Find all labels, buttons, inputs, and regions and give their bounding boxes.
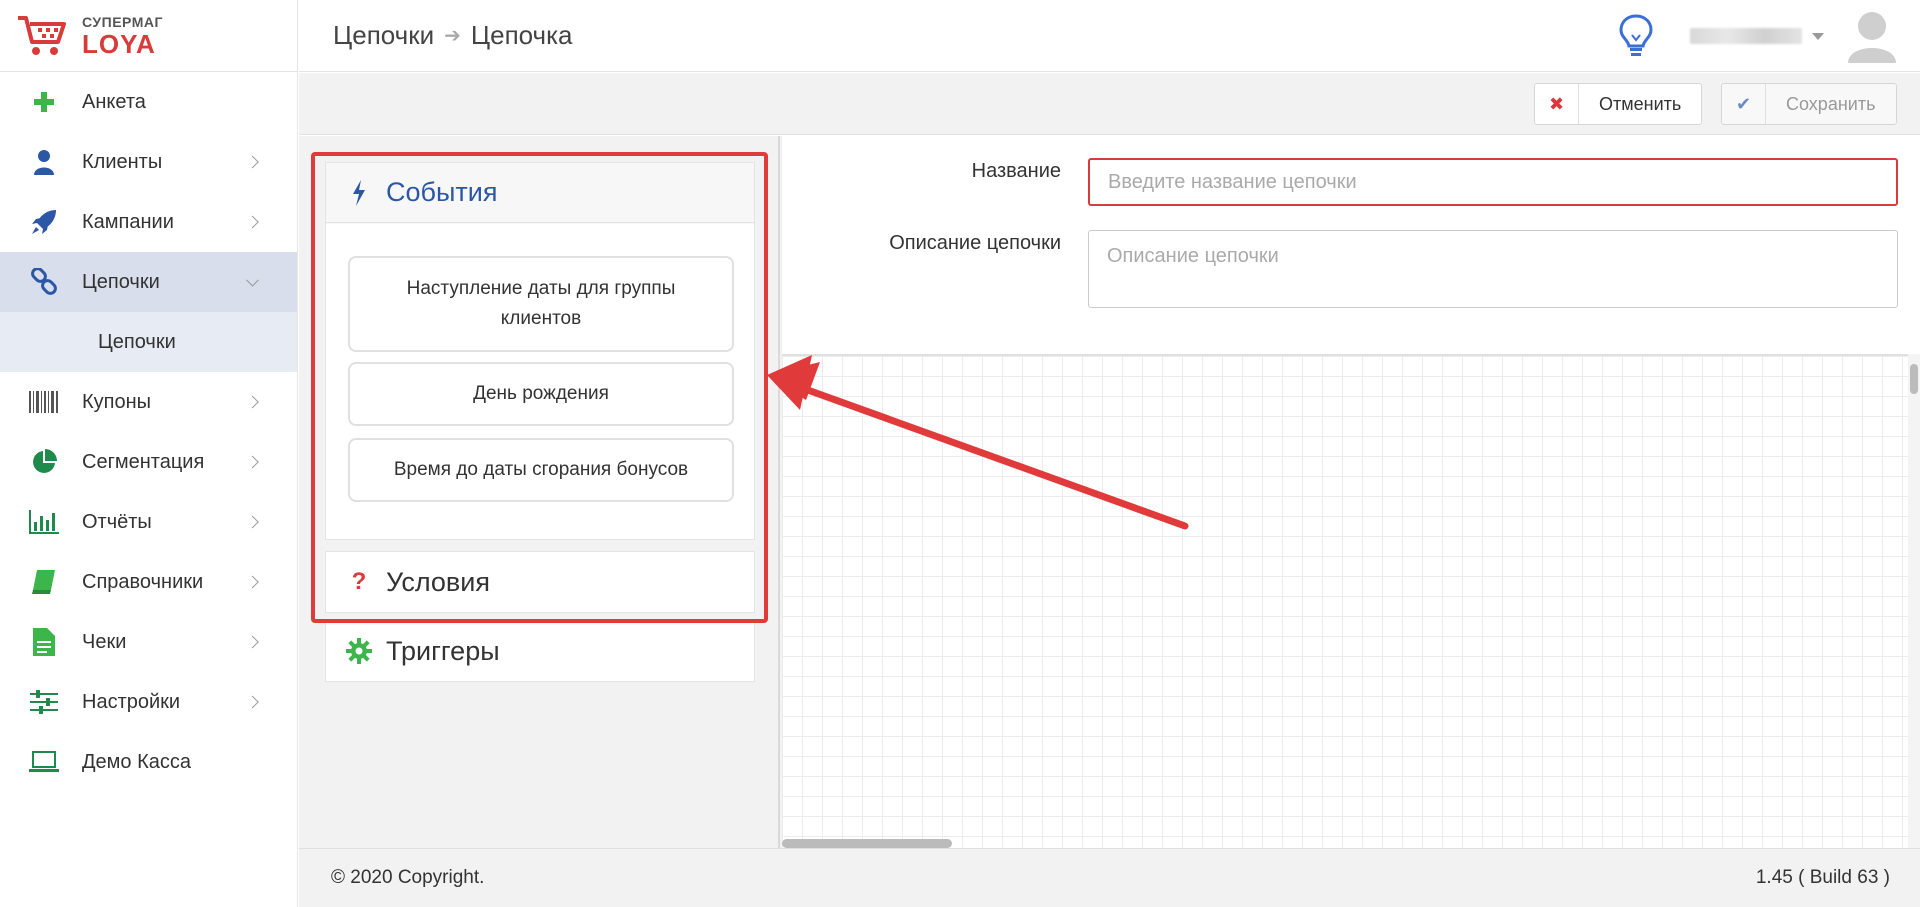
sidebar-item-label: Анкета xyxy=(82,90,146,113)
sidebar-item-reports[interactable]: Отчёты xyxy=(0,492,297,552)
copyright-text: © 2020 Copyright. xyxy=(331,867,485,888)
top-header: Цепочки ➔ Цепочка xyxy=(299,0,1920,72)
chain-name-input[interactable]: Введите название цепочки xyxy=(1088,158,1898,206)
events-header[interactable]: События xyxy=(326,163,754,223)
rocket-icon xyxy=(28,208,60,236)
cancel-button[interactable]: ✖ Отменить xyxy=(1534,83,1702,125)
triggers-header[interactable]: Триггеры xyxy=(326,621,754,681)
sidebar-item-coupons[interactable]: Купоны xyxy=(0,372,297,432)
question-icon: ? xyxy=(351,568,367,595)
check-icon: ✔ xyxy=(1722,84,1766,124)
vertical-scroll-thumb[interactable] xyxy=(1910,364,1918,394)
events-list: Наступление даты для группы клиентов Ден… xyxy=(326,224,754,539)
sliders-icon xyxy=(28,688,60,716)
chevron-right-icon xyxy=(246,695,259,709)
chevron-right-icon xyxy=(246,515,259,529)
sidebar-item-demo-cash[interactable]: Демо Касса xyxy=(0,732,297,792)
sidebar-item-label: Справочники xyxy=(82,570,204,593)
book-icon xyxy=(28,568,60,596)
sidebar: СУПЕРМАГ LOYA Анкета Клиенты Кампании Це… xyxy=(0,0,298,907)
brand-bottom: LOYA xyxy=(82,28,156,59)
sidebar-item-label: Кампании xyxy=(82,210,174,233)
chevron-right-icon xyxy=(246,155,259,169)
events-title: События xyxy=(386,177,498,207)
breadcrumb-parent[interactable]: Цепочки xyxy=(333,20,434,51)
sidebar-item-anketa[interactable]: Анкета xyxy=(0,72,297,132)
avatar[interactable] xyxy=(1848,9,1896,63)
sidebar-item-label: Сегментация xyxy=(82,450,205,473)
events-accordion: События Наступление даты для группы клие… xyxy=(325,162,755,540)
sidebar-item-label: Клиенты xyxy=(82,150,163,173)
chevron-right-icon xyxy=(246,635,259,649)
header-user-area xyxy=(1616,0,1896,72)
sidebar-item-clients[interactable]: Клиенты xyxy=(0,132,297,192)
palette-panel: События Наступление даты для группы клие… xyxy=(299,136,780,848)
caret-down-icon[interactable] xyxy=(1812,32,1824,40)
close-icon: ✖ xyxy=(1535,84,1579,124)
user-icon xyxy=(28,148,60,176)
sidebar-item-receipts[interactable]: Чеки xyxy=(0,612,297,672)
sidebar-item-label: Настройки xyxy=(82,690,181,713)
conditions-title: Условия xyxy=(386,566,490,597)
chain-icon xyxy=(28,268,60,296)
chain-description-field[interactable]: Описание цепочки xyxy=(1088,230,1898,308)
triggers-title: Триггеры xyxy=(386,635,500,666)
pie-chart-icon xyxy=(28,448,60,476)
save-label: Сохранить xyxy=(1786,93,1876,114)
breadcrumb-current: Цепочка xyxy=(470,20,573,50)
save-button[interactable]: ✔ Сохранить xyxy=(1721,83,1897,125)
event-item[interactable]: День рождения xyxy=(348,362,734,426)
toolbar: ✖ Отменить ✔ Сохранить xyxy=(299,73,1920,135)
triggers-accordion[interactable]: Триггеры xyxy=(325,620,755,682)
editor-panel: Название Введите название цепочки Описан… xyxy=(782,136,1920,848)
lightbulb-icon[interactable] xyxy=(1616,13,1656,59)
cancel-label: Отменить xyxy=(1599,93,1682,114)
sidebar-item-label: Купоны xyxy=(82,390,152,413)
document-icon xyxy=(28,628,60,656)
gear-icon xyxy=(346,638,372,664)
sidebar-item-label: Отчёты xyxy=(82,510,152,533)
sidebar-item-chains[interactable]: Цепочки xyxy=(0,252,297,312)
sidebar-item-label: Чеки xyxy=(82,630,127,653)
user-name-blurred[interactable] xyxy=(1690,28,1802,44)
name-label: Название xyxy=(971,160,1061,182)
barcode-icon xyxy=(28,388,60,416)
bar-chart-icon xyxy=(28,508,60,536)
cart-logo-icon xyxy=(18,15,66,55)
chevron-right-icon xyxy=(246,395,259,409)
version-text: 1.45 ( Build 63 ) xyxy=(1755,867,1890,888)
conditions-header[interactable]: ? Условия xyxy=(326,552,754,612)
arrow-right-icon: ➔ xyxy=(444,25,461,47)
laptop-icon xyxy=(28,748,60,776)
main-area: События Наступление даты для группы клие… xyxy=(299,136,1920,848)
nav-menu: Анкета Клиенты Кампании Цепочки Цепочки xyxy=(0,72,297,792)
sidebar-item-campaigns[interactable]: Кампании xyxy=(0,192,297,252)
chain-canvas[interactable] xyxy=(782,354,1920,848)
chevron-down-icon xyxy=(246,273,259,287)
event-item[interactable]: Наступление даты для группы клиентов xyxy=(348,256,734,352)
sidebar-item-directories[interactable]: Справочники xyxy=(0,552,297,612)
chevron-right-icon xyxy=(246,215,259,229)
chevron-right-icon xyxy=(246,575,259,589)
sidebar-item-segmentation[interactable]: Сегментация xyxy=(0,432,297,492)
vertical-scrollbar[interactable] xyxy=(1908,354,1920,848)
footer: © 2020 Copyright. 1.45 ( Build 63 ) xyxy=(299,848,1920,907)
event-item[interactable]: Время до даты сгорания бонусов xyxy=(348,438,734,502)
breadcrumb: Цепочки ➔ Цепочка xyxy=(333,20,573,51)
chevron-right-icon xyxy=(246,455,259,469)
sidebar-subitem-chains[interactable]: Цепочки xyxy=(0,312,297,372)
horizontal-scrollbar[interactable] xyxy=(782,839,952,848)
logo[interactable]: СУПЕРМАГ LOYA xyxy=(0,0,297,72)
conditions-accordion[interactable]: ? Условия xyxy=(325,551,755,613)
sidebar-item-label: Демо Касса xyxy=(82,750,191,773)
lightning-icon xyxy=(346,179,372,206)
brand-top: СУПЕРМАГ xyxy=(82,13,163,30)
sidebar-item-settings[interactable]: Настройки xyxy=(0,672,297,732)
description-label: Описание цепочки xyxy=(889,232,1061,254)
plus-icon xyxy=(28,88,60,116)
sidebar-item-label: Цепочки xyxy=(82,270,160,293)
